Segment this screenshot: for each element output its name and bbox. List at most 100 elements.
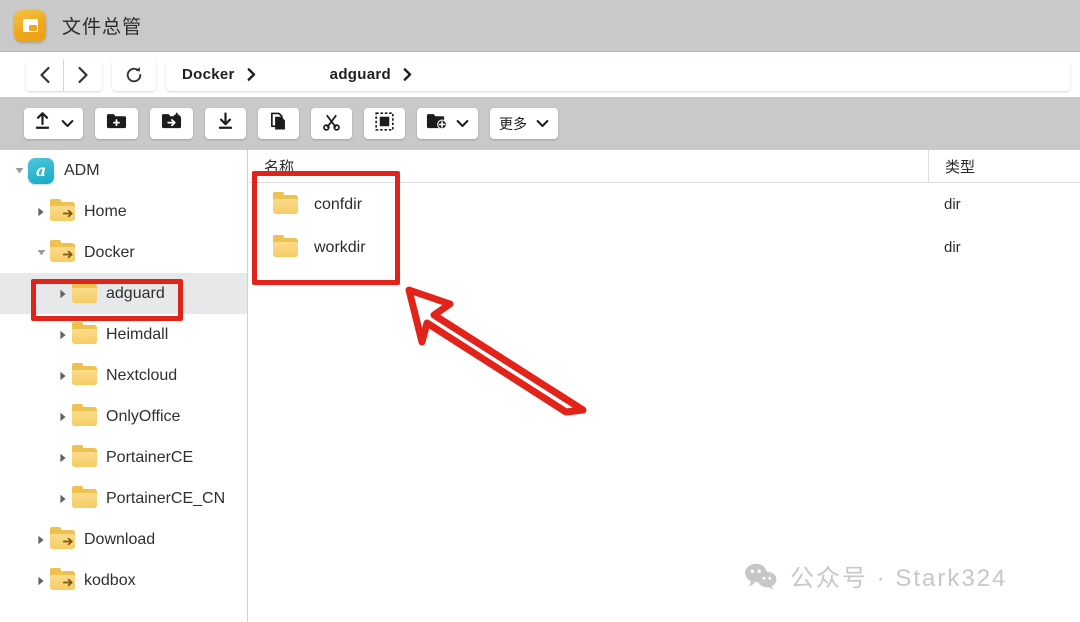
chevron-left-icon — [38, 66, 52, 84]
download-button[interactable] — [205, 108, 246, 139]
folder-icon — [72, 284, 97, 303]
move-to-folder-button[interactable] — [150, 108, 193, 139]
shared-arrow-icon — [63, 250, 74, 259]
tree-twisty-collapsed-icon[interactable] — [54, 371, 72, 381]
select-all-icon — [375, 112, 394, 136]
sidebar-item-label: Home — [84, 203, 127, 221]
sidebar-item-label: PortainerCE_CN — [106, 490, 225, 508]
shared-folder-icon — [50, 202, 75, 221]
tree-twisty-collapsed-icon[interactable] — [54, 412, 72, 422]
more-button-label: 更多 — [499, 114, 527, 134]
tree-twisty-collapsed-icon[interactable] — [32, 535, 50, 545]
folder-icon — [273, 238, 298, 257]
tree-twisty-collapsed-icon[interactable] — [54, 289, 72, 299]
chevron-right-icon — [403, 68, 412, 81]
share-folder-icon — [426, 112, 447, 135]
sidebar-item-label: Heimdall — [106, 326, 168, 344]
folder-arrow-icon — [161, 112, 182, 135]
sidebar-item-adguard[interactable]: adguard — [0, 273, 247, 314]
file-explorer-window: 文件总管 Docker — [0, 0, 1080, 622]
table-row[interactable]: confdir dir — [249, 183, 1080, 226]
sidebar-item-docker[interactable]: Docker — [0, 232, 247, 273]
share-folder-button[interactable] — [417, 108, 478, 139]
tree-twisty-collapsed-icon[interactable] — [32, 576, 50, 586]
shared-folder-icon — [50, 571, 75, 590]
copy-icon — [269, 112, 288, 136]
chevron-right-icon — [247, 68, 256, 81]
breadcrumb-item-docker[interactable]: Docker — [182, 66, 235, 83]
new-folder-button[interactable] — [95, 108, 138, 139]
chevron-down-icon — [61, 119, 74, 128]
shared-arrow-icon — [63, 537, 74, 546]
refresh-button[interactable] — [112, 59, 156, 91]
upload-icon — [33, 112, 52, 136]
file-type-cell: dir — [928, 239, 1080, 256]
tree-twisty-collapsed-icon[interactable] — [54, 453, 72, 463]
column-header-type[interactable]: 类型 — [928, 150, 1080, 183]
shared-arrow-icon — [63, 209, 74, 218]
chevron-down-icon — [536, 119, 549, 128]
sidebar-item-nextcloud[interactable]: Nextcloud — [0, 355, 247, 396]
folder-icon — [72, 325, 97, 344]
copy-button[interactable] — [258, 108, 299, 139]
folder-tree-sidebar[interactable]: a ADM Home Docker adguard Heimdall Nextcloud On… — [0, 150, 248, 622]
sidebar-item-label: ADM — [64, 162, 100, 180]
sidebar-item-portainerce_cn[interactable]: PortainerCE_CN — [0, 478, 247, 519]
sidebar-item-label: PortainerCE — [106, 449, 193, 467]
file-name-cell[interactable]: workdir — [249, 238, 928, 257]
adm-logo-icon: a — [28, 158, 54, 184]
upload-button[interactable] — [24, 108, 83, 139]
tree-twisty-collapsed-icon[interactable] — [54, 330, 72, 340]
sidebar-item-label: kodbox — [84, 572, 136, 590]
download-icon — [216, 112, 235, 136]
history-buttons — [26, 59, 102, 91]
tree-twisty-expanded-icon[interactable] — [10, 166, 28, 175]
file-list-panel: 名称 类型 confdir dir workdir dir — [249, 150, 1080, 622]
folder-icon — [273, 195, 298, 214]
tree-twisty-collapsed-icon[interactable] — [32, 207, 50, 217]
forward-button[interactable] — [64, 59, 102, 91]
file-explorer-app-icon — [14, 10, 46, 42]
cut-button[interactable] — [311, 108, 352, 139]
chevron-right-icon — [76, 66, 90, 84]
refresh-icon — [125, 66, 143, 84]
select-all-button[interactable] — [364, 108, 405, 139]
sidebar-item-onlyoffice[interactable]: OnlyOffice — [0, 396, 247, 437]
sidebar-item-label: Docker — [84, 244, 135, 262]
sidebar-item-label: OnlyOffice — [106, 408, 180, 426]
back-button[interactable] — [26, 59, 64, 91]
file-name-label: workdir — [314, 239, 366, 257]
sidebar-item-label: Nextcloud — [106, 367, 177, 385]
more-button[interactable]: 更多 — [490, 108, 558, 139]
navigation-bar: Docker adguard — [0, 52, 1080, 97]
column-header-name[interactable]: 名称 — [249, 156, 928, 177]
shared-folder-icon — [50, 243, 75, 262]
tree-twisty-expanded-icon[interactable] — [32, 248, 50, 257]
breadcrumb-item-adguard[interactable]: adguard — [330, 66, 391, 83]
breadcrumb[interactable]: Docker adguard — [166, 59, 1070, 91]
sidebar-item-portainerce[interactable]: PortainerCE — [0, 437, 247, 478]
sidebar-item-label: Download — [84, 531, 155, 549]
sidebar-item-kodbox[interactable]: kodbox — [0, 560, 247, 601]
folder-icon — [72, 366, 97, 385]
sidebar-item-home[interactable]: Home — [0, 191, 247, 232]
sidebar-item-heimdall[interactable]: Heimdall — [0, 314, 247, 355]
tree-twisty-collapsed-icon[interactable] — [54, 494, 72, 504]
file-name-label: confdir — [314, 196, 362, 214]
folder-plus-icon — [106, 112, 127, 135]
file-type-cell: dir — [928, 196, 1080, 213]
folder-icon — [72, 489, 97, 508]
sidebar-item-adm[interactable]: a ADM — [0, 150, 247, 191]
action-toolbar: 更多 — [0, 97, 1080, 150]
window-title: 文件总管 — [62, 12, 142, 39]
sidebar-item-download[interactable]: Download — [0, 519, 247, 560]
table-row[interactable]: workdir dir — [249, 226, 1080, 269]
folder-icon — [72, 407, 97, 426]
file-list-header: 名称 类型 — [249, 150, 1080, 183]
folder-icon — [72, 448, 97, 467]
chevron-down-icon — [456, 119, 469, 128]
file-name-cell[interactable]: confdir — [249, 195, 928, 214]
scissors-icon — [322, 112, 341, 136]
title-bar: 文件总管 — [0, 0, 1080, 52]
sidebar-item-label: adguard — [106, 285, 165, 303]
